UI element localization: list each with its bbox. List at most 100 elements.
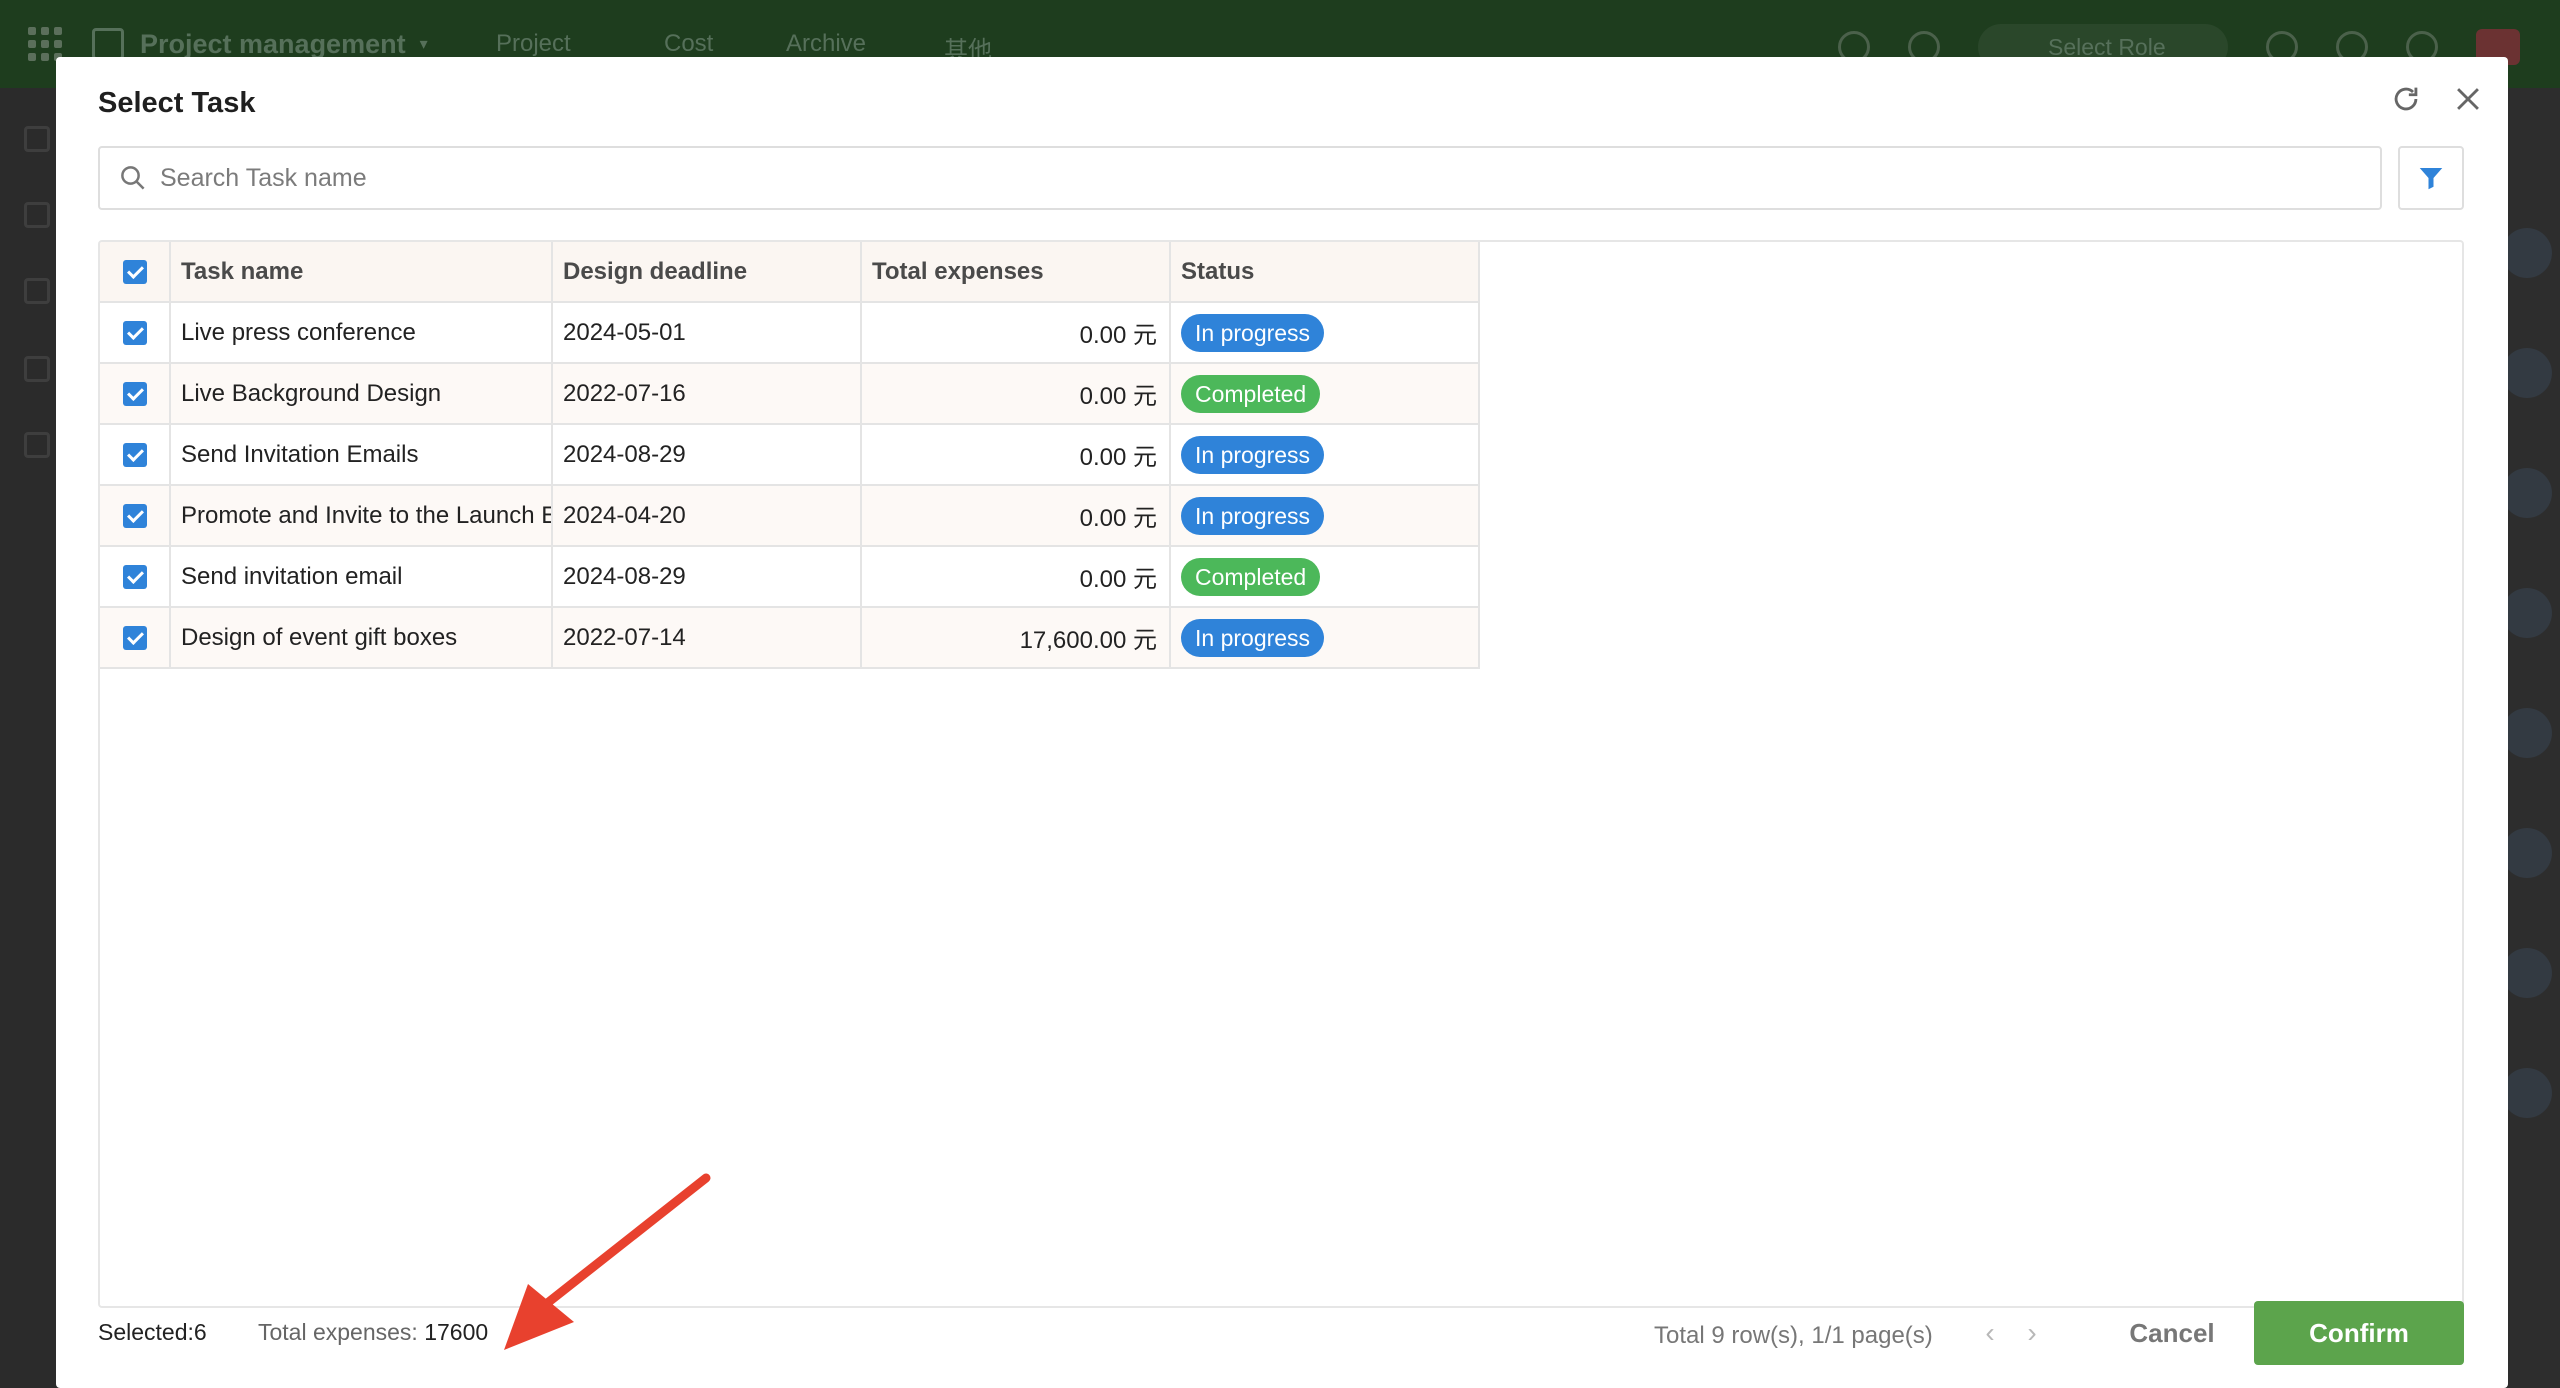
status-badge: In progress: [1181, 618, 1325, 657]
deadline-cell: 2022-07-16: [552, 363, 862, 425]
status-badge: Completed: [1181, 557, 1321, 596]
status-cell: Completed: [1170, 363, 1480, 425]
expenses-cell: 0.00 元: [861, 302, 1171, 364]
refresh-icon: [2394, 87, 2418, 111]
pagination-summary: Total 9 row(s), 1/1 page(s): [1654, 1322, 1933, 1349]
row-checkbox-cell: [100, 485, 171, 547]
nav-archive: Archive: [786, 30, 867, 57]
task-name-cell: Live Background Design: [170, 363, 553, 425]
status-badge: In progress: [1181, 435, 1325, 474]
expenses-cell: 17,600.00 元: [861, 607, 1171, 669]
refresh-button[interactable]: [2382, 75, 2430, 123]
total-expenses: Total expenses: 17600: [258, 1319, 488, 1346]
row-checkbox-cell: [100, 302, 171, 364]
sidebar-icon: [24, 278, 50, 304]
annotation-arrow-icon: [504, 1173, 711, 1350]
cancel-button[interactable]: Cancel: [2102, 1301, 2242, 1365]
table-row[interactable]: Promote and Invite to the Launch Event 2…: [100, 485, 2452, 547]
row-checkbox-cell: [100, 607, 171, 669]
column-header-status[interactable]: Status: [1170, 242, 1480, 303]
table-row[interactable]: Live Background Design 2022-07-16 0.00 元…: [100, 363, 2452, 425]
column-header-task-name[interactable]: Task name: [170, 242, 553, 303]
table-filler: [1479, 424, 2452, 485]
avatar: [2502, 948, 2552, 998]
status-badge: In progress: [1181, 313, 1325, 352]
filter-button[interactable]: [2398, 146, 2464, 210]
expenses-cell: 0.00 元: [861, 363, 1171, 425]
table-row[interactable]: Live press conference 2024-05-01 0.00 元 …: [100, 302, 2452, 364]
table-row[interactable]: Design of event gift boxes 2022-07-14 17…: [100, 607, 2452, 669]
search-input[interactable]: [160, 163, 2360, 193]
status-cell: Completed: [1170, 546, 1480, 608]
total-expenses-label: Total expenses:: [258, 1319, 425, 1345]
table-row[interactable]: Send Invitation Emails 2024-08-29 0.00 元…: [100, 424, 2452, 486]
status-cell: In progress: [1170, 424, 1480, 486]
row-checkbox[interactable]: [122, 443, 147, 468]
avatar: [2502, 588, 2552, 638]
task-name-cell: Design of event gift boxes: [170, 607, 553, 669]
row-checkbox[interactable]: [122, 382, 147, 407]
nav-project: Project: [496, 30, 571, 57]
row-checkbox[interactable]: [122, 321, 147, 346]
selected-count: Selected:6: [98, 1319, 207, 1345]
close-icon: [2457, 88, 2479, 110]
task-name-cell: Send Invitation Emails: [170, 424, 553, 486]
next-page-button[interactable]: ›: [2018, 1313, 2046, 1353]
sidebar-icon: [24, 432, 50, 458]
column-header-design-deadline[interactable]: Design deadline: [552, 242, 862, 303]
status-badge: Completed: [1181, 374, 1321, 413]
task-table: Task name Design deadline Total expenses…: [98, 240, 2464, 1308]
sidebar-icon: [24, 202, 50, 228]
deadline-cell: 2022-07-14: [552, 607, 862, 669]
apps-grid-icon: [28, 27, 62, 61]
table-filler: [1479, 363, 2452, 424]
deadline-cell: 2024-04-20: [552, 485, 862, 547]
select-all-checkbox[interactable]: [122, 260, 147, 285]
avatar: [2502, 708, 2552, 758]
search-icon: [121, 166, 145, 190]
row-checkbox-cell: [100, 363, 171, 425]
avatar: [2502, 828, 2552, 878]
avatar: [2502, 468, 2552, 518]
app-title: Project management: [140, 28, 406, 59]
close-button[interactable]: [2444, 75, 2492, 123]
project-logo-icon: [92, 28, 124, 60]
deadline-cell: 2024-08-29: [552, 546, 862, 608]
search-box: [98, 146, 2382, 210]
chevron-right-icon: ›: [2027, 1317, 2037, 1348]
expenses-cell: 0.00 元: [861, 485, 1171, 547]
column-header-total-expenses[interactable]: Total expenses: [861, 242, 1171, 303]
row-checkbox[interactable]: [122, 626, 147, 651]
deadline-cell: 2024-05-01: [552, 302, 862, 364]
avatar: [2502, 1068, 2552, 1118]
chevron-down-icon: ▾: [419, 36, 428, 53]
status-cell: In progress: [1170, 607, 1480, 669]
app-sidebar: [0, 88, 56, 1388]
sidebar-icon: [24, 126, 50, 152]
select-task-modal: Select Task Task name Design deadline To…: [56, 57, 2508, 1388]
status-cell: In progress: [1170, 302, 1480, 364]
expenses-cell: 0.00 元: [861, 546, 1171, 608]
select-all-cell: [100, 242, 171, 303]
row-checkbox-cell: [100, 424, 171, 486]
table-header-row: Task name Design deadline Total expenses…: [100, 242, 2452, 303]
status-cell: In progress: [1170, 485, 1480, 547]
table-row[interactable]: Send invitation email 2024-08-29 0.00 元 …: [100, 546, 2452, 608]
app-brand: Project management ▾: [92, 28, 428, 60]
table-filler: [1479, 302, 2452, 363]
filter-icon: [2419, 168, 2443, 190]
row-checkbox[interactable]: [122, 504, 147, 529]
chevron-left-icon: ‹: [1985, 1317, 1995, 1348]
sidebar-icon: [24, 356, 50, 382]
status-badge: In progress: [1181, 496, 1325, 535]
row-checkbox[interactable]: [122, 565, 147, 590]
avatar: [2502, 348, 2552, 398]
deadline-cell: 2024-08-29: [552, 424, 862, 486]
table-filler: [1479, 485, 2452, 546]
row-checkbox-cell: [100, 546, 171, 608]
nav-cost: Cost: [664, 30, 714, 57]
prev-page-button[interactable]: ‹: [1976, 1313, 2004, 1353]
task-name-cell: Promote and Invite to the Launch Event: [170, 485, 553, 547]
task-name-cell: Send invitation email: [170, 546, 553, 608]
confirm-button[interactable]: Confirm: [2254, 1301, 2464, 1365]
